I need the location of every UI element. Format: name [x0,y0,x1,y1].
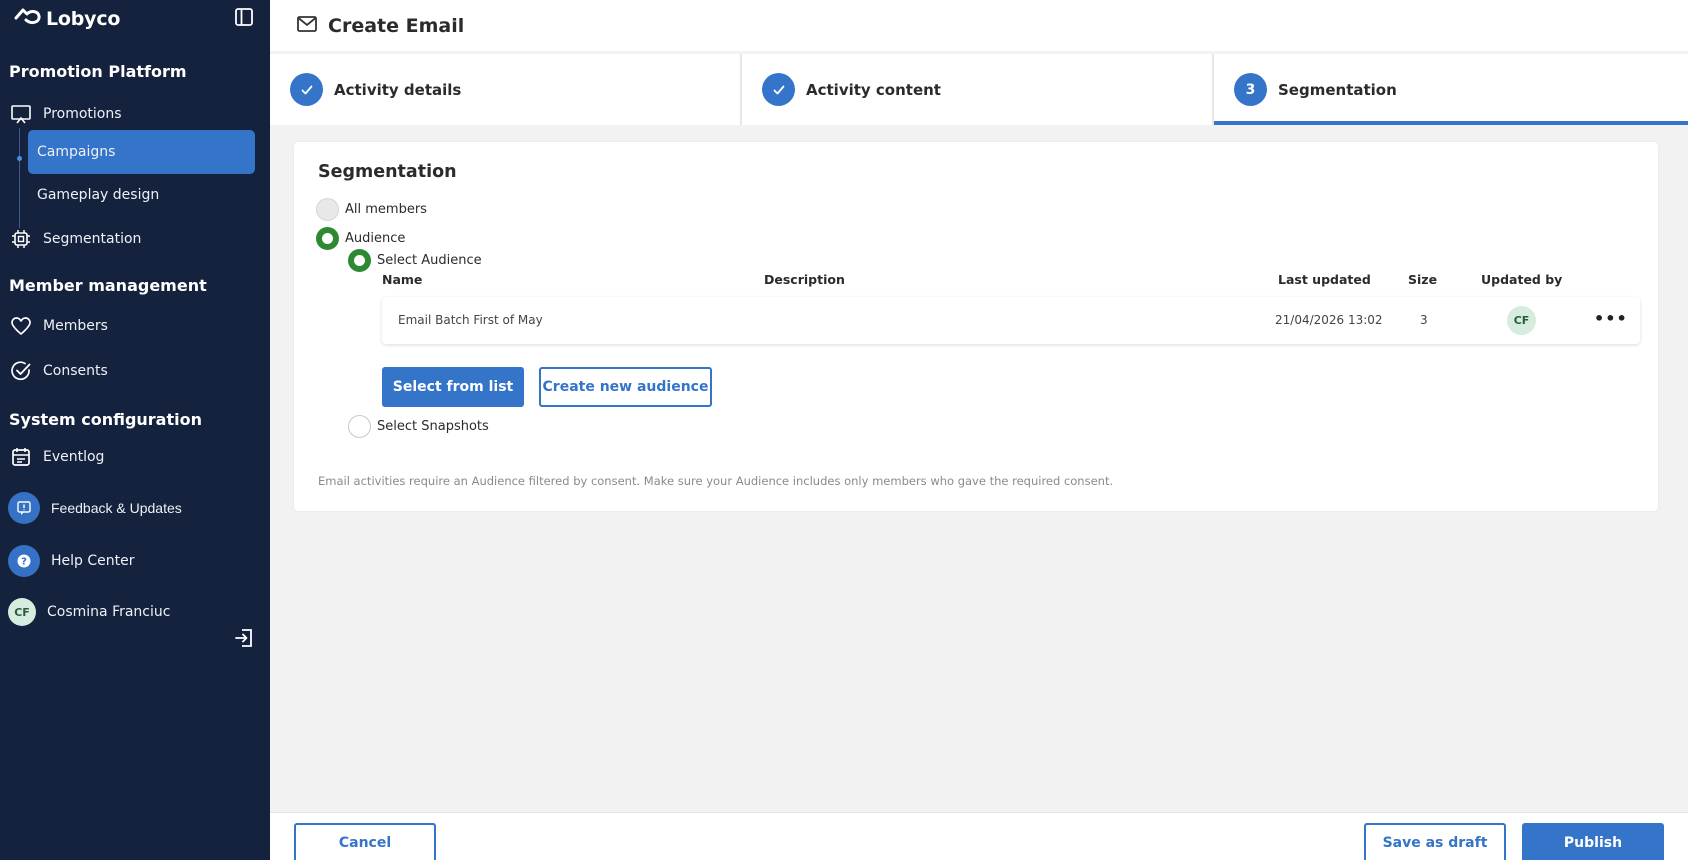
consent-hint-text: Email activities require an Audience fil… [318,474,1114,488]
publish-button[interactable]: Publish [1522,823,1664,860]
radio-button[interactable] [316,198,339,221]
sidebar-item-label: Members [43,318,108,334]
radio-button[interactable] [316,227,339,250]
sidebar: Lobyco Promotion Platform Promotions Cam… [0,0,270,860]
cell-updated-by-avatar: CF [1507,306,1536,335]
lobyco-logo-icon [14,6,42,32]
sidebar-item-segmentation[interactable]: Segmentation [8,219,254,259]
column-header-name: Name [382,272,423,287]
heart-icon [10,315,32,337]
sidebar-item-help-center[interactable]: ? Help Center [6,541,252,581]
segmentation-card: Segmentation All members Audience Select… [294,142,1658,511]
feedback-icon [8,492,40,524]
check-icon [762,73,795,106]
sidebar-item-gameplay-design[interactable]: Gameplay design [28,173,255,217]
step-number: 3 [1234,73,1267,106]
logout-icon[interactable] [232,626,256,650]
main-content: Create Email Activity details Activity c… [270,0,1688,860]
step-label: Activity content [806,80,941,99]
step-activity-details[interactable]: Activity details [270,54,742,125]
submenu-line [19,128,20,228]
create-new-audience-button[interactable]: Create new audience [539,367,712,407]
presentation-icon [10,103,32,125]
column-header-last-updated: Last updated [1278,272,1371,287]
select-from-list-button[interactable]: Select from list [382,367,524,407]
check-circle-icon [10,360,32,382]
radio-audience[interactable]: Audience [316,227,405,250]
cell-name: Email Batch First of May [398,313,543,327]
more-options-icon[interactable]: ••• [1594,309,1627,331]
section-title-promotion: Promotion Platform [9,62,187,81]
sidebar-item-consents[interactable]: Consents [8,351,254,391]
calendar-icon [10,446,32,468]
sidebar-item-eventlog[interactable]: Eventlog [8,437,254,477]
sidebar-item-label: Promotions [43,106,122,122]
radio-label: All members [345,202,427,217]
cancel-button[interactable]: Cancel [294,823,436,860]
sidebar-item-label: Feedback & Updates [51,500,182,516]
radio-button[interactable] [348,249,371,272]
cell-last-updated: 21/04/2026 13:02 [1275,313,1383,327]
stepper: Activity details Activity content 3 Segm… [270,54,1688,125]
step-segmentation[interactable]: 3 Segmentation [1214,54,1688,125]
submenu-active-dot [17,156,22,161]
mail-icon [296,15,318,37]
column-header-size: Size [1408,272,1438,287]
radio-select-snapshots[interactable]: Select Snapshots [348,415,489,438]
page-title: Create Email [328,14,465,37]
sidebar-item-label: Eventlog [43,449,105,465]
step-label: Segmentation [1278,80,1397,99]
cell-size: 3 [1420,313,1428,327]
section-title: Segmentation [318,162,457,182]
user-avatar: CF [8,598,36,626]
step-activity-content[interactable]: Activity content [742,54,1214,125]
help-icon: ? [8,545,40,577]
sidebar-item-feedback[interactable]: Feedback & Updates [6,488,252,528]
check-icon [290,73,323,106]
sidebar-item-promotions[interactable]: Promotions [8,94,254,134]
page-header: Create Email [270,0,1688,51]
sidebar-item-label: Consents [43,363,108,379]
footer-bar: Cancel Save as draft Publish [270,812,1688,860]
table-row[interactable]: Email Batch First of May 21/04/2026 13:0… [382,297,1640,344]
radio-label: Audience [345,231,406,246]
radio-all-members[interactable]: All members [316,198,427,221]
section-title-system: System configuration [9,410,202,429]
sidebar-item-members[interactable]: Members [8,306,254,346]
section-title-member: Member management [9,276,207,295]
column-header-updated-by: Updated by [1481,272,1563,287]
user-name: Cosmina Franciuc [47,604,171,620]
step-label: Activity details [334,80,462,99]
sidebar-item-label: Segmentation [43,231,142,247]
radio-label: Select Audience [377,253,482,268]
radio-button[interactable] [348,415,371,438]
sidebar-item-label: Help Center [51,553,135,569]
radio-select-audience[interactable]: Select Audience [348,249,482,272]
radio-label: Select Snapshots [377,419,489,434]
column-header-description: Description [764,272,845,287]
collapse-sidebar-icon[interactable] [232,5,256,29]
sidebar-item-campaigns[interactable]: Campaigns [28,130,255,174]
brand-logo[interactable]: Lobyco [14,4,120,34]
chip-icon [10,228,32,250]
user-profile[interactable]: CF Cosmina Franciuc [6,592,252,632]
brand-name: Lobyco [46,8,121,30]
save-as-draft-button[interactable]: Save as draft [1364,823,1506,860]
svg-text:?: ? [21,557,27,568]
